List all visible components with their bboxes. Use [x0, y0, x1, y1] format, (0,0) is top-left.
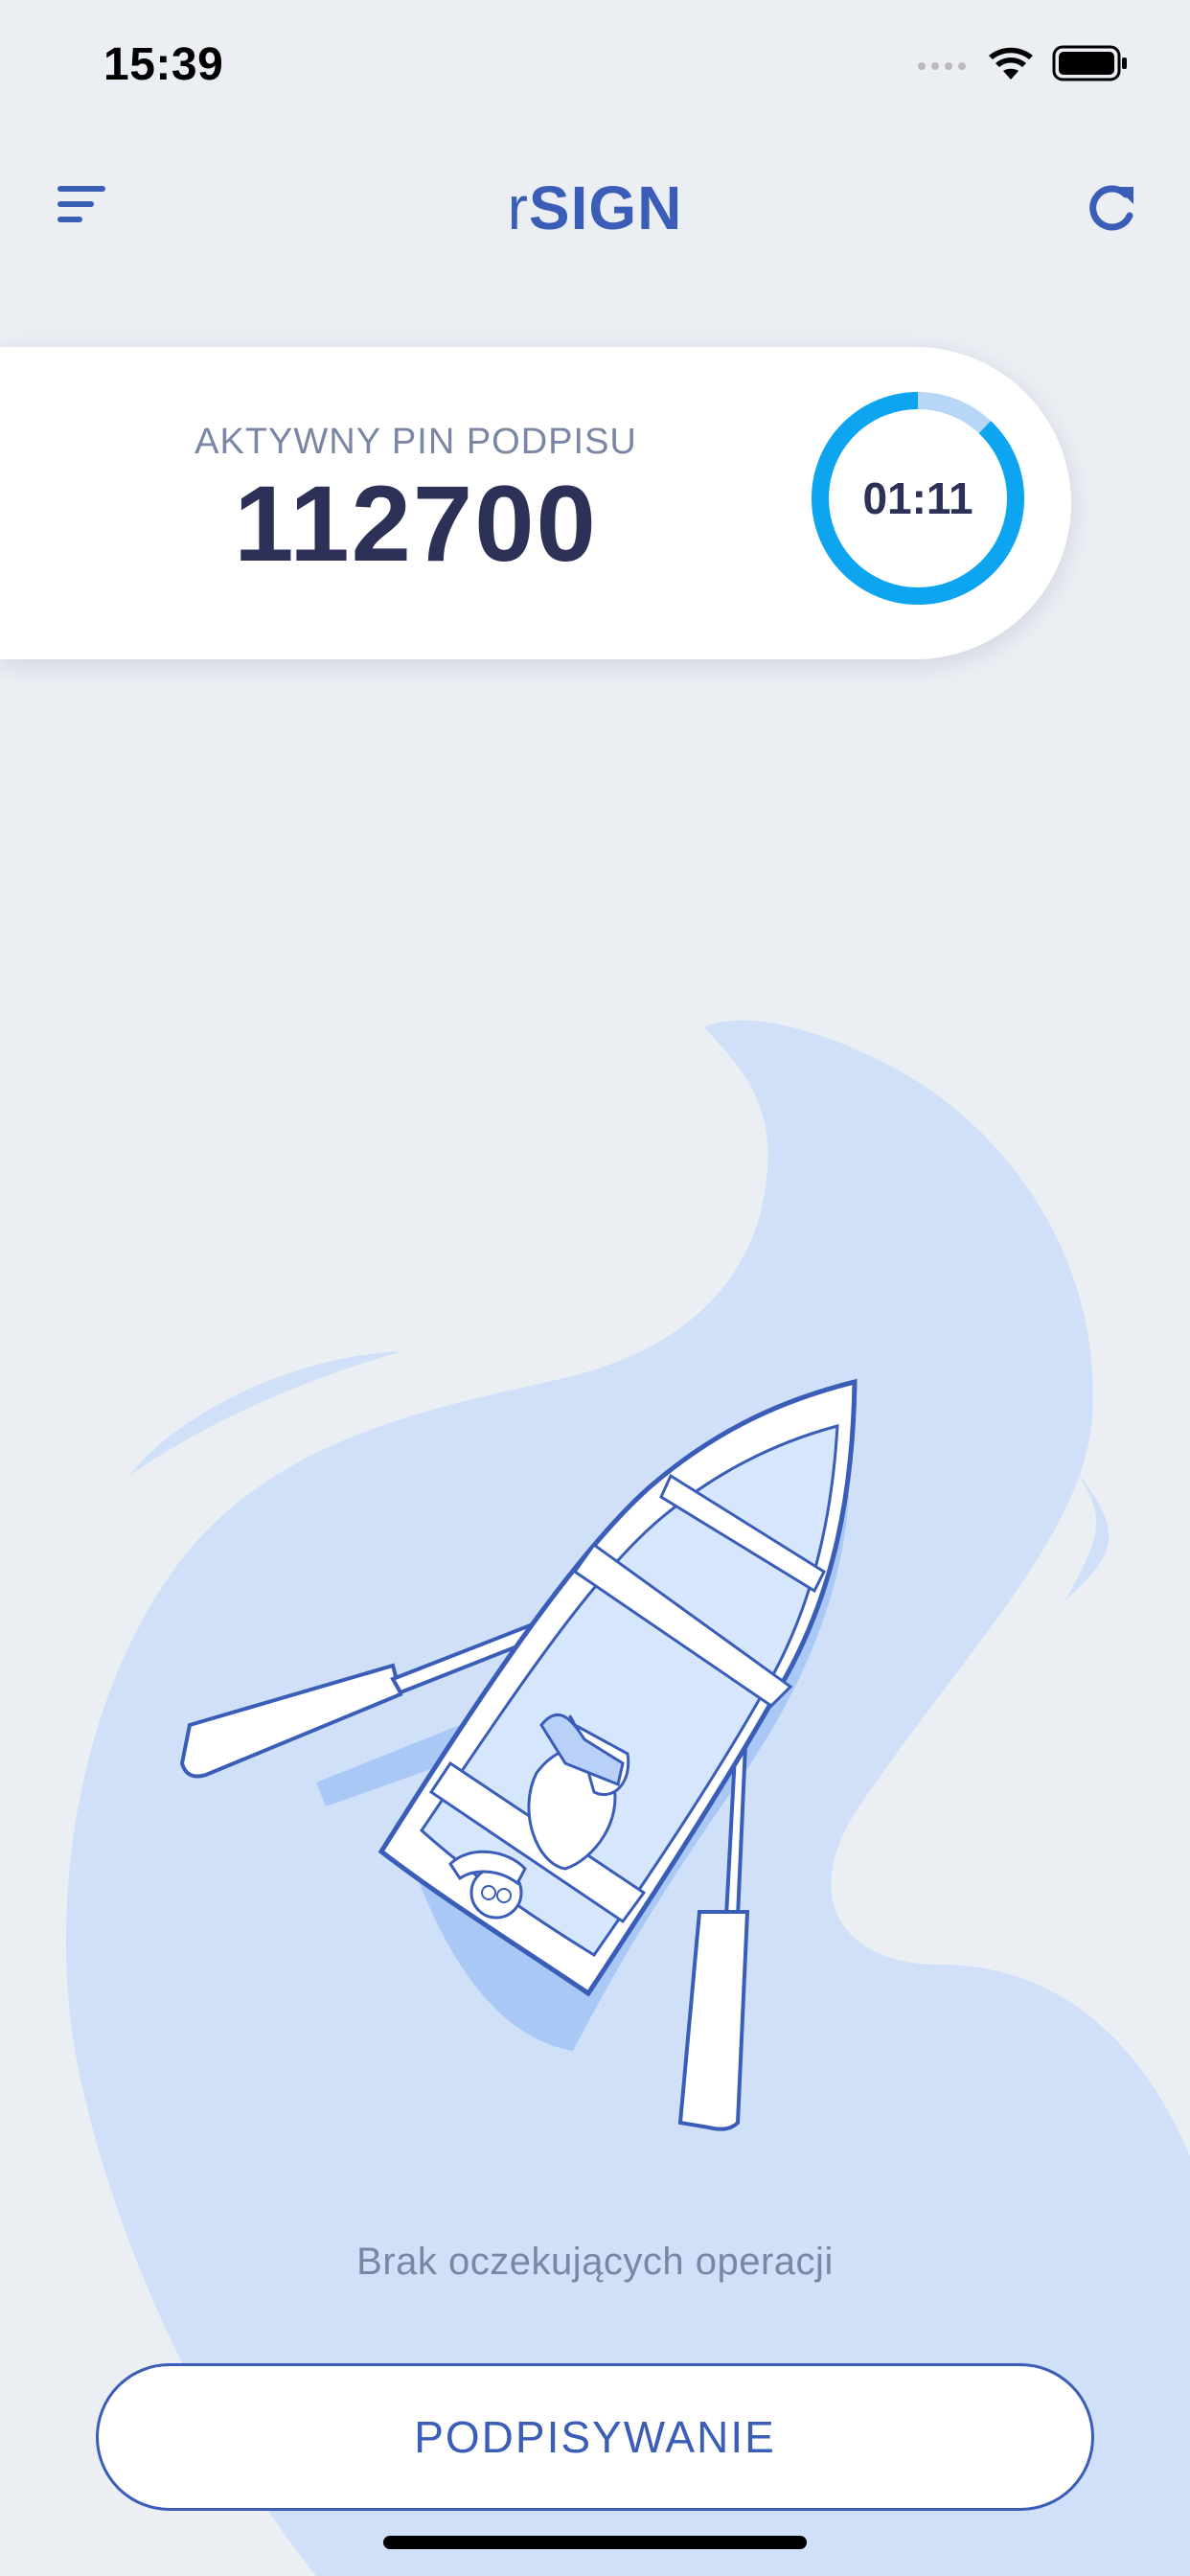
timer-text: 01:11 — [862, 473, 973, 523]
water-shape — [65, 1020, 1190, 2576]
sign-button[interactable]: PODPISYWANIE — [96, 2363, 1094, 2511]
status-bar: 15:39 — [0, 0, 1190, 126]
wifi-icon — [987, 45, 1035, 86]
water-ripple — [129, 1351, 402, 1476]
pin-card: AKTYWNY PIN PODPISU 112700 01:11 — [0, 347, 1071, 659]
app-title: rSIGN — [0, 172, 1190, 243]
refresh-icon — [1084, 179, 1143, 243]
refresh-button[interactable] — [1075, 172, 1152, 249]
battery-icon — [1052, 45, 1129, 86]
app-title-prefix: r — [507, 173, 529, 242]
status-time: 15:39 — [103, 39, 224, 90]
status-icons — [916, 45, 1129, 86]
signal-icon — [916, 54, 970, 78]
pin-timer: 01:11 — [807, 387, 1029, 610]
oar-right — [677, 1699, 750, 2131]
app-header: rSIGN — [0, 126, 1190, 289]
oar-left — [179, 1598, 603, 1779]
pin-value: 112700 — [234, 464, 598, 584]
pin-label: AKTYWNY PIN PODPISU — [195, 422, 637, 462]
water-ripple — [1064, 1457, 1110, 1600]
empty-state-text: Brak oczekujących operacji — [356, 2241, 834, 2283]
rower-figure — [448, 1713, 630, 1920]
app-title-main: SIGN — [528, 173, 683, 242]
home-indicator — [383, 2536, 807, 2549]
